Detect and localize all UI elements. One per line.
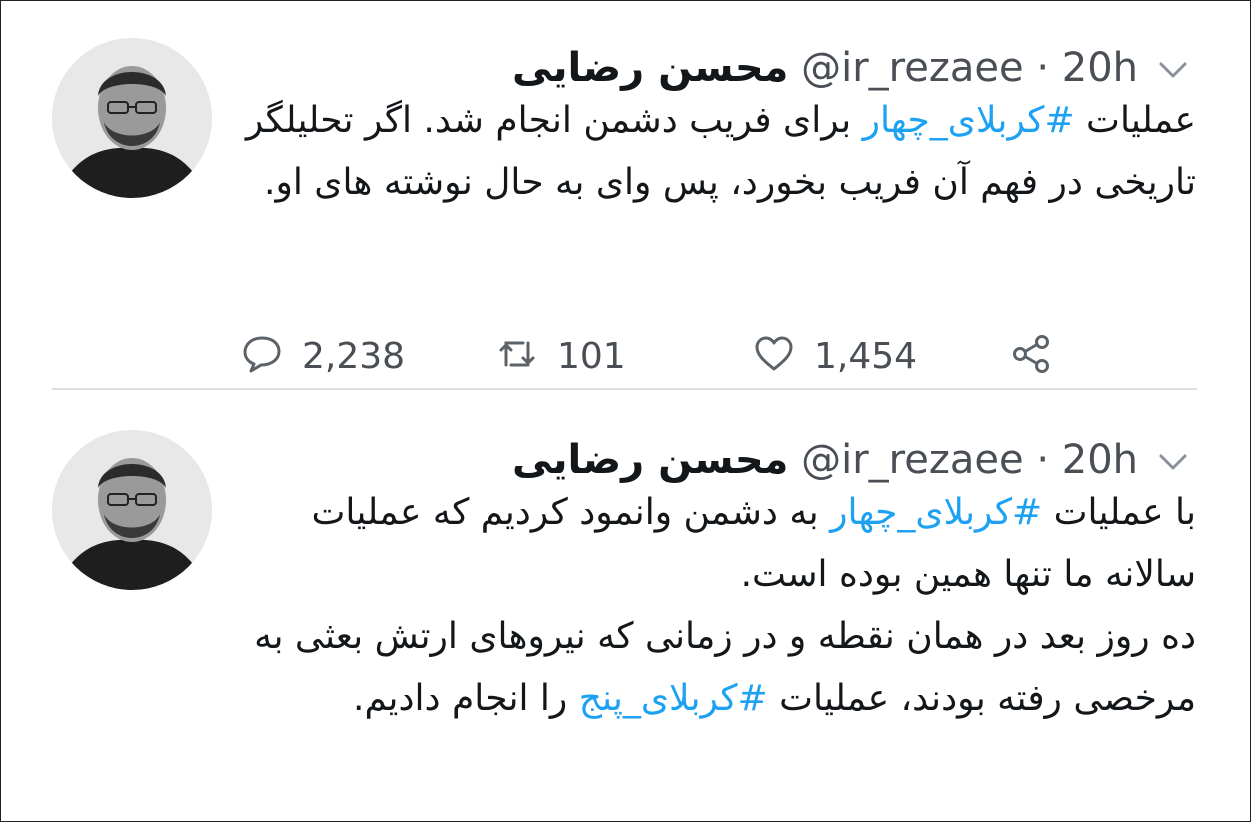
tweet-time[interactable]: 20h (1062, 45, 1138, 91)
tweet-divider (52, 388, 1197, 390)
tweet-text: عملیات #کربلای_چهار برای فریب دشمن انجام… (236, 90, 1196, 214)
tweet-paragraph: ده روز بعد در همان نقطه و در زمانی که نی… (236, 606, 1196, 730)
tweet-actions: 2,238 101 1,454 (240, 326, 1100, 386)
author-avatar[interactable] (52, 38, 212, 198)
share-button[interactable] (1010, 326, 1054, 386)
like-count: 1,454 (814, 335, 918, 377)
like-button[interactable]: 1,454 (752, 326, 917, 386)
hashtag-link[interactable]: #کربلای_چهار (830, 492, 1042, 533)
author-name[interactable]: محسن رضایی (512, 45, 788, 91)
tweet-meta: محسن رضایی @ir_rezaee · 20h (512, 430, 1138, 490)
separator-dot: · (1036, 437, 1050, 483)
chevron-down-icon[interactable] (1153, 442, 1193, 482)
tweet-paragraph: عملیات #کربلای_چهار برای فریب دشمن انجام… (236, 90, 1196, 214)
retweet-icon (495, 332, 539, 380)
chevron-down-icon[interactable] (1153, 50, 1193, 90)
author-avatar[interactable] (52, 430, 212, 590)
author-handle[interactable]: @ir_rezaee (801, 437, 1023, 483)
tweet-header: محسن رضایی @ir_rezaee · 20h (233, 38, 1193, 98)
tweet-time[interactable]: 20h (1062, 437, 1138, 483)
like-icon (752, 332, 796, 380)
tweet-2[interactable]: محسن رضایی @ir_rezaee · 20h با عملیات #ک… (0, 420, 1251, 820)
author-handle[interactable]: @ir_rezaee (801, 45, 1023, 91)
tweet-paragraph: با عملیات #کربلای_چهار به دشمن وانمود کر… (236, 482, 1196, 606)
tweet-header: محسن رضایی @ir_rezaee · 20h (233, 430, 1193, 490)
reply-count: 2,238 (302, 335, 406, 377)
retweet-button[interactable]: 101 (495, 326, 626, 386)
separator-dot: · (1036, 45, 1050, 91)
share-icon (1010, 332, 1054, 380)
text-segment: با عملیات (1042, 492, 1196, 533)
reply-icon (240, 332, 284, 380)
reply-button[interactable]: 2,238 (240, 326, 405, 386)
tweet-text: با عملیات #کربلای_چهار به دشمن وانمود کر… (236, 482, 1196, 730)
author-name[interactable]: محسن رضایی (512, 437, 788, 483)
retweet-count: 101 (557, 335, 626, 377)
tweet-1[interactable]: محسن رضایی @ir_rezaee · 20h عملیات #کربل… (0, 28, 1251, 388)
hashtag-link[interactable]: #کربلای_پنج (579, 678, 768, 719)
text-segment: عملیات (1074, 100, 1196, 141)
hashtag-link[interactable]: #کربلای_چهار (863, 100, 1075, 141)
tweet-meta: محسن رضایی @ir_rezaee · 20h (512, 38, 1138, 98)
text-segment: را انجام دادیم. (353, 678, 579, 719)
